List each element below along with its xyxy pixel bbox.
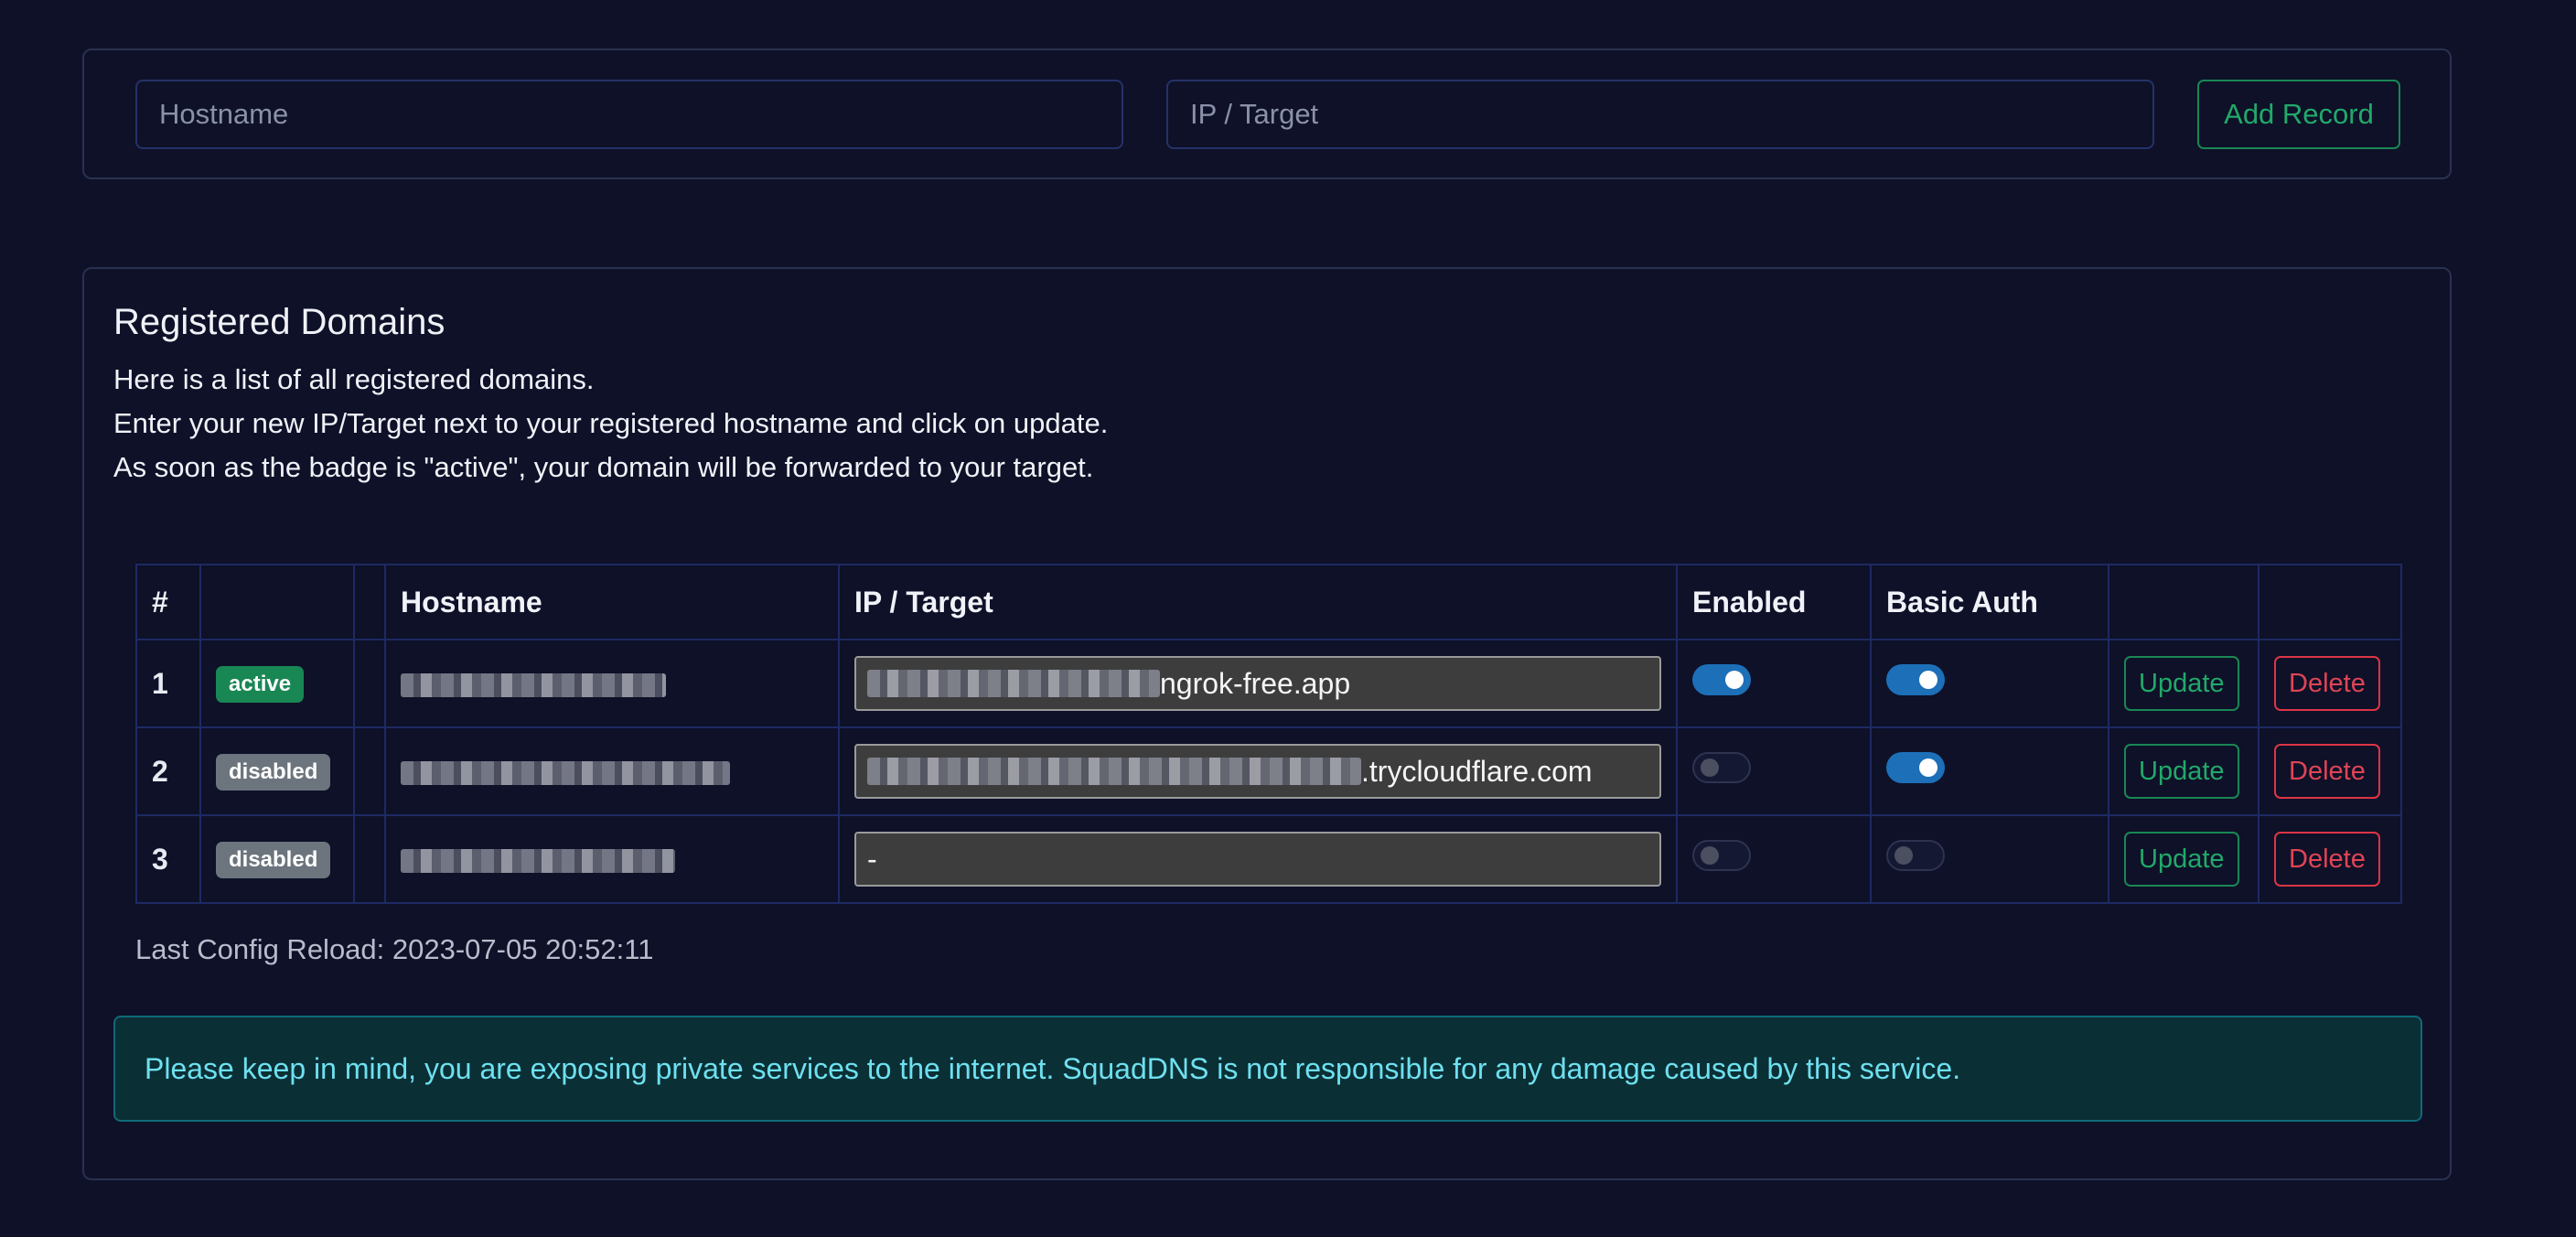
add-record-card: Add Record bbox=[82, 48, 2452, 179]
warning-alert: Please keep in mind, you are exposing pr… bbox=[113, 1016, 2422, 1122]
basic-auth-cell bbox=[1870, 726, 2109, 816]
add-record-button[interactable]: Add Record bbox=[2197, 80, 2400, 149]
column-header-target: IP / Target bbox=[838, 564, 1678, 640]
target-cell: .trycloudflare.com bbox=[838, 726, 1678, 816]
target-field[interactable]: .trycloudflare.com bbox=[854, 744, 1661, 799]
status-cell: active bbox=[199, 639, 355, 728]
hostname-input[interactable] bbox=[135, 80, 1123, 149]
redacted-hostname bbox=[401, 761, 730, 786]
basic-auth-cell bbox=[1870, 639, 2109, 728]
row-number: 2 bbox=[135, 726, 201, 816]
target-visible-text: .trycloudflare.com bbox=[1361, 754, 1593, 788]
column-header-enabled: Enabled bbox=[1676, 564, 1872, 640]
column-header-basic-auth: Basic Auth bbox=[1870, 564, 2109, 640]
delete-cell: Delete bbox=[2258, 639, 2402, 728]
table-row: 2 disabled .trycloudflare.com Update Del… bbox=[135, 726, 2402, 816]
target-field[interactable]: ngrok-free.app bbox=[854, 656, 1661, 711]
column-header-status bbox=[199, 564, 355, 640]
delete-cell: Delete bbox=[2258, 726, 2402, 816]
enabled-toggle[interactable] bbox=[1692, 752, 1751, 783]
toggle-knob bbox=[1919, 671, 1937, 689]
basic-auth-toggle[interactable] bbox=[1886, 840, 1945, 871]
status-cell: disabled bbox=[199, 814, 355, 904]
update-cell: Update bbox=[2108, 726, 2259, 816]
redacted-target-prefix bbox=[867, 670, 1160, 697]
target-visible-text: - bbox=[867, 842, 877, 876]
status-cell: disabled bbox=[199, 726, 355, 816]
registered-domains-card: Registered Domains Here is a list of all… bbox=[82, 267, 2452, 1180]
update-cell: Update bbox=[2108, 639, 2259, 728]
last-config-reload: Last Config Reload: 2023-07-05 20:52:11 bbox=[135, 933, 654, 965]
toggle-knob bbox=[1725, 671, 1744, 689]
description-line: Here is a list of all registered domains… bbox=[113, 363, 595, 395]
enabled-cell bbox=[1676, 639, 1872, 728]
delete-button[interactable]: Delete bbox=[2274, 832, 2380, 887]
toggle-knob bbox=[1894, 846, 1913, 865]
row-number: 3 bbox=[135, 814, 201, 904]
target-input[interactable] bbox=[1166, 80, 2154, 149]
enabled-cell bbox=[1676, 726, 1872, 816]
redacted-hostname bbox=[401, 673, 666, 698]
delete-button[interactable]: Delete bbox=[2274, 744, 2380, 799]
redacted-target-prefix bbox=[867, 758, 1361, 785]
target-cell: - bbox=[838, 814, 1678, 904]
table-header-row: # Hostname IP / Target Enabled Basic Aut… bbox=[135, 564, 2402, 640]
section-title: Registered Domains bbox=[113, 302, 445, 342]
hostname-cell bbox=[384, 726, 840, 816]
status-badge: disabled bbox=[216, 842, 331, 878]
basic-auth-toggle[interactable] bbox=[1886, 664, 1945, 695]
description-line: Enter your new IP/Target next to your re… bbox=[113, 407, 1109, 439]
redacted-hostname bbox=[401, 849, 675, 874]
target-cell: ngrok-free.app bbox=[838, 639, 1678, 728]
table-row: 3 disabled - Update Delete bbox=[135, 814, 2402, 904]
spacer-cell bbox=[353, 639, 386, 728]
update-button[interactable]: Update bbox=[2124, 832, 2239, 887]
table-row: 1 active ngrok-free.app Update Delete bbox=[135, 639, 2402, 728]
basic-auth-cell bbox=[1870, 814, 2109, 904]
basic-auth-toggle[interactable] bbox=[1886, 752, 1945, 783]
spacer-cell bbox=[353, 726, 386, 816]
column-header-spacer bbox=[353, 564, 386, 640]
hostname-cell bbox=[384, 639, 840, 728]
enabled-cell bbox=[1676, 814, 1872, 904]
hostname-cell bbox=[384, 814, 840, 904]
warning-text: Please keep in mind, you are exposing pr… bbox=[145, 1051, 1961, 1085]
column-header-update bbox=[2108, 564, 2259, 640]
spacer-cell bbox=[353, 814, 386, 904]
enabled-toggle[interactable] bbox=[1692, 840, 1751, 871]
toggle-knob bbox=[1919, 758, 1937, 777]
enabled-toggle[interactable] bbox=[1692, 664, 1751, 695]
update-button[interactable]: Update bbox=[2124, 656, 2239, 711]
update-cell: Update bbox=[2108, 814, 2259, 904]
toggle-knob bbox=[1701, 758, 1719, 777]
column-header-delete bbox=[2258, 564, 2402, 640]
target-visible-text: ngrok-free.app bbox=[1160, 666, 1351, 700]
column-header-number: # bbox=[135, 564, 201, 640]
delete-cell: Delete bbox=[2258, 814, 2402, 904]
status-badge: disabled bbox=[216, 754, 331, 791]
row-number: 1 bbox=[135, 639, 201, 728]
description-line: As soon as the badge is "active", your d… bbox=[113, 451, 1094, 483]
domains-table: # Hostname IP / Target Enabled Basic Aut… bbox=[135, 564, 2402, 904]
status-badge: active bbox=[216, 666, 305, 703]
toggle-knob bbox=[1701, 846, 1719, 865]
target-field[interactable]: - bbox=[854, 832, 1661, 887]
update-button[interactable]: Update bbox=[2124, 744, 2239, 799]
column-header-hostname: Hostname bbox=[384, 564, 840, 640]
delete-button[interactable]: Delete bbox=[2274, 656, 2380, 711]
